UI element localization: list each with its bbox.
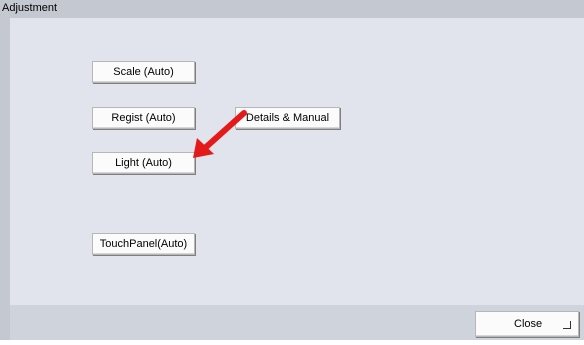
- details-manual-button[interactable]: Details & Manual: [235, 107, 340, 129]
- bottom-border: [0, 340, 584, 345]
- light-auto-label: Light (Auto): [115, 157, 172, 169]
- regist-auto-button[interactable]: Regist (Auto): [92, 107, 195, 129]
- regist-auto-label: Regist (Auto): [111, 112, 176, 124]
- close-label: Close: [514, 318, 543, 330]
- scale-auto-button[interactable]: Scale (Auto): [92, 61, 195, 83]
- touchpanel-auto-button[interactable]: TouchPanel(Auto): [92, 233, 195, 255]
- title-bar: Adjustment: [0, 0, 584, 18]
- left-border: [0, 18, 10, 340]
- light-auto-button[interactable]: Light (Auto): [92, 152, 195, 174]
- details-manual-label: Details & Manual: [245, 112, 330, 124]
- adjustment-window: Adjustment Scale (Auto) Regist (Auto) De…: [0, 0, 584, 345]
- scale-auto-label: Scale (Auto): [113, 66, 174, 78]
- close-button[interactable]: Close: [475, 311, 579, 337]
- window-title: Adjustment: [2, 2, 58, 14]
- corner-return-icon: [563, 321, 571, 329]
- touchpanel-auto-label: TouchPanel(Auto): [99, 238, 188, 250]
